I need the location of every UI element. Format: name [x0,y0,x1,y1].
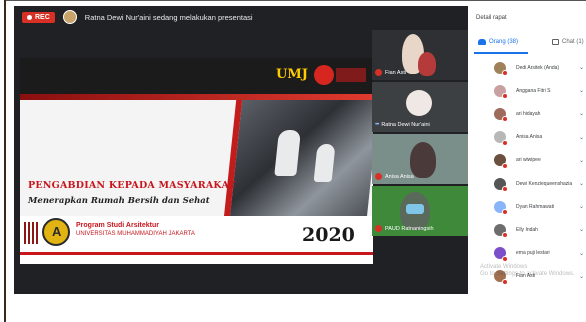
chevron-down-icon[interactable]: ⌄ [579,87,584,94]
participant-video [410,142,436,178]
frame-left-border [4,0,6,322]
participant-row[interactable]: Dedi Arsitek (Anda) ⌄ [468,56,586,79]
participant-row[interactable]: Dewi Kenziequeenshazia ⌄ [468,172,586,195]
active-tab-indicator [474,52,528,54]
university-name: UNIVERSITAS MUHAMMADIYAH JAKARTA [76,231,195,237]
tab-chat[interactable]: Chat (1) [552,39,584,45]
participant-name: Dedi Arsitek (Anda) [516,64,560,71]
recording-badge: REC [22,11,55,23]
people-icon [478,39,486,45]
chevron-down-icon[interactable]: ⌄ [579,250,584,257]
panel-title: Detail rapat [476,15,507,21]
mic-off-icon [375,173,382,180]
presentation-slide: UMJ PENGABDIAN KEPADA MASYARAKAT Menerap… [20,58,373,264]
tab-people[interactable]: Orang (38) [478,39,518,45]
meeting-details-panel: Detail rapat Orang (38) Chat (1) Dedi Ar… [468,6,586,294]
presenter-status: Ratna Dewi Nur'aini sedang melakukan pre… [84,12,253,22]
participant-name: ema puji lestari [516,250,550,257]
tab-chat-label: Chat (1) [562,39,584,45]
mic-off-icon [375,225,382,232]
participant-name: Dewi Kenziequeenshazia [516,180,573,187]
mic-off-icon [502,162,508,169]
participant-row[interactable]: ari hidayah ⌄ [468,102,586,125]
participant-row[interactable]: ari wiwipee ⌄ [468,149,586,172]
tile-label: Fian Asti [375,69,406,76]
presenter-avatar [62,10,77,24]
screenshot-frame: REC Ratna Dewi Nur'aini sedang melakukan… [0,0,586,322]
recording-label: REC [35,13,50,21]
tile-name: Fian Asti [385,69,407,76]
participant-row[interactable]: Anisa Anisa ⌄ [468,126,586,149]
frame-top-border [4,0,586,1]
watermark-line-1: Activate Windows [480,264,528,270]
decorative-bars [24,222,38,244]
meeting-window: REC Ratna Dewi Nur'aini sedang melakukan… [14,6,586,294]
video-tile[interactable]: Anisa Anisa [372,134,468,184]
participant-name: Anggana Fitri S [516,87,551,94]
tile-label: ••• Ratna Dewi Nur'aini [375,122,430,128]
participant-name: Dyan Rahmawati [516,203,555,210]
participant-video [418,52,436,76]
tile-name: Ratna Dewi Nur'aini [381,122,430,128]
chevron-down-icon[interactable]: ⌄ [579,203,584,210]
participant-name: Elly Indah [516,226,538,233]
chevron-down-icon[interactable]: ⌄ [579,157,584,164]
umj-logo: UMJ [276,67,308,82]
slide-footer-line [20,252,373,255]
watermark-line-2: Go to Settings to activate Windows. [480,271,575,277]
participant-avatar [406,90,432,116]
mic-off-icon [502,70,508,76]
mic-off-icon [502,278,508,285]
chevron-down-icon[interactable]: ⌄ [579,110,584,117]
chevron-down-icon[interactable]: ⌄ [579,134,584,141]
mic-off-icon [502,209,508,216]
participant-row[interactable]: Dyan Rahmawati ⌄ [468,195,586,218]
participant-row[interactable]: Elly Indah ⌄ [468,218,586,241]
disinfection-photo [223,100,373,218]
hazmat-figure [313,144,336,182]
mic-off-icon [502,232,508,239]
chevron-down-icon[interactable]: ⌄ [579,273,584,280]
participant-row[interactable]: Anggana Fitri S ⌄ [468,79,586,102]
chevron-down-icon[interactable]: ⌄ [579,180,584,187]
mic-off-icon [502,255,508,262]
participant-name: ari hidayah [516,110,541,117]
institution-logo-text [336,68,366,82]
program-name: Program Studi Arsitektur [76,222,159,229]
mic-off-icon [502,93,508,100]
participant-name: Anisa Anisa [516,134,543,141]
tile-name: PAUD Ratnaningsih [385,225,434,232]
windows-activation-watermark: Activate Windows Go to Settings to activ… [480,264,575,278]
panel-tabs: Orang (38) Chat (1) [468,36,586,54]
chat-icon [552,39,559,45]
mic-off-icon [502,116,508,123]
chevron-down-icon[interactable]: ⌄ [579,226,584,233]
mic-off-icon [375,69,382,76]
slide-title: PENGABDIAN KEPADA MASYARAKAT [28,180,236,191]
tile-name: Anisa Anisa [385,173,414,180]
institution-logo-icon [314,65,334,85]
mask-shape [406,204,424,214]
video-tile[interactable]: ••• Ratna Dewi Nur'aini [372,82,468,132]
hazmat-figure [274,130,302,176]
tab-people-label: Orang (38) [489,39,519,45]
video-tile[interactable]: PAUD Ratnaningsih [372,186,468,236]
speaking-indicator-icon: ••• [375,122,379,128]
mic-off-icon [502,185,508,192]
video-tile[interactable]: Fian Asti [372,30,468,80]
chevron-down-icon[interactable]: ⌄ [579,64,584,71]
participant-list: Dedi Arsitek (Anda) ⌄ Anggana Fitri S ⌄ ari … [468,56,586,288]
participant-row[interactable]: ema puji lestari ⌄ [468,242,586,265]
tile-label: Anisa Anisa [375,173,414,180]
slide-subtitle: Menerapkan Rumah Bersih dan Sehat [28,196,210,206]
record-dot-icon [27,14,32,20]
meeting-top-bar: REC Ratna Dewi Nur'aini sedang melakukan… [14,6,468,28]
architecture-logo-icon [42,218,70,246]
slide-year: 2020 [302,224,355,246]
tile-label: PAUD Ratnaningsih [375,225,434,232]
mic-off-icon [502,139,508,146]
participant-name: ari wiwipee [516,157,541,164]
